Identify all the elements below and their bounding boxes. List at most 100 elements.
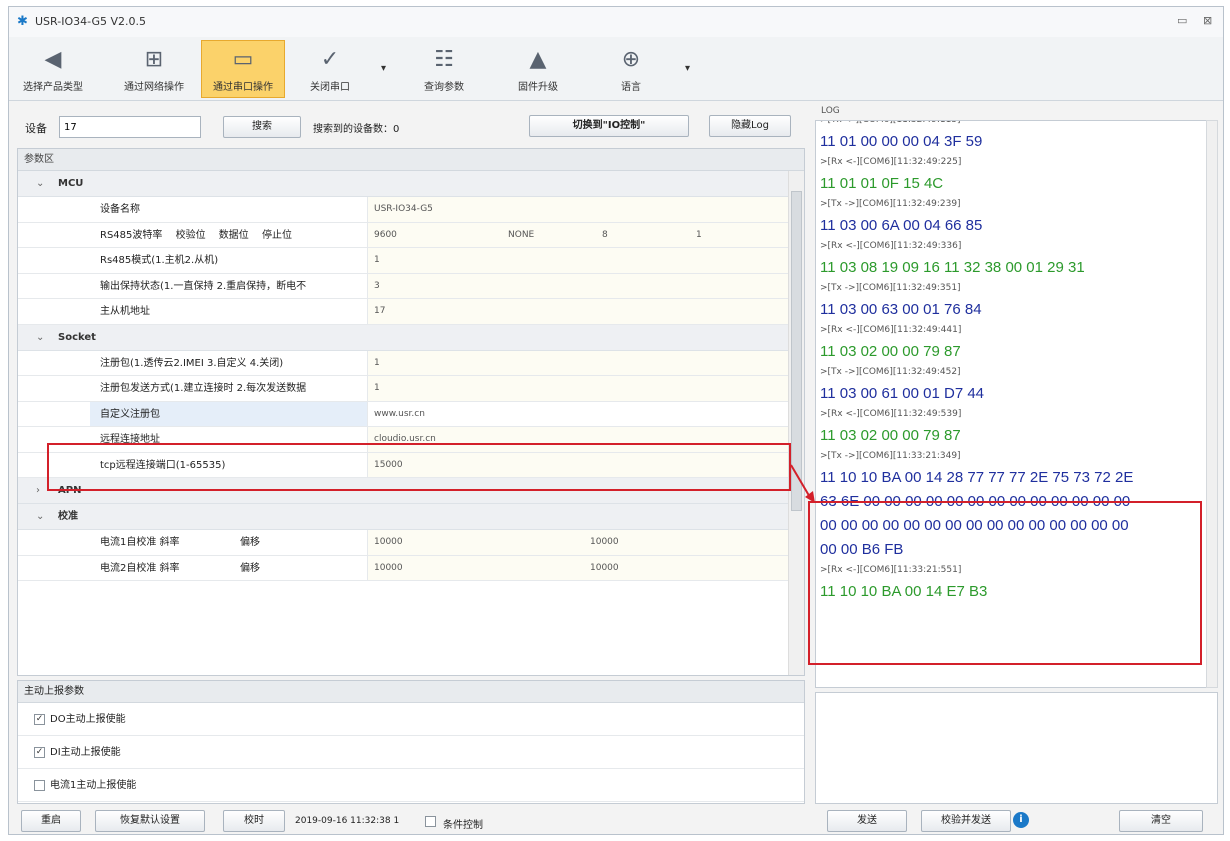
param-value-part[interactable]: 10000 <box>374 556 403 581</box>
log-label: LOG <box>821 106 840 116</box>
restore-default-button[interactable]: 恢复默认设置 <box>95 810 205 832</box>
table-row[interactable]: 注册包(1.透传云2.IMEI 3.自定义 4.关闭) 1 <box>18 350 790 376</box>
condition-control-label: 条件控制 <box>443 820 483 831</box>
collapse-chevron-icon[interactable]: ⌄ <box>36 504 58 530</box>
params-scrollbar[interactable] <box>788 171 804 675</box>
checkbox-label: DO主动上报使能 <box>50 714 126 725</box>
table-row[interactable]: 输出保持状态(1.一直保持 2.重启保持，断电不 3 <box>18 273 790 299</box>
log-meta-line: >[Tx ->][COM6][11:32:49:452] <box>820 367 961 377</box>
group-socket[interactable]: ⌄ Socket <box>18 324 790 351</box>
checkbox[interactable] <box>34 779 45 791</box>
param-value-part[interactable]: 8 <box>602 223 608 248</box>
info-icon[interactable]: i <box>1013 812 1029 828</box>
param-value-part[interactable]: 9600 <box>374 223 397 248</box>
param-name: RS485波特率 校验位 数据位 停止位 <box>90 222 368 247</box>
device-label: 设备 <box>25 122 47 135</box>
param-name: 自定义注册包 <box>90 401 368 426</box>
language-button[interactable]: ⊕ 语言 <box>599 40 663 98</box>
collapse-chevron-icon[interactable]: ⌄ <box>36 325 58 351</box>
serial-port-icon: ▭ <box>232 47 254 72</box>
table-row[interactable]: Rs485模式(1.主机2.从机) 1 <box>18 248 790 274</box>
param-value-part[interactable]: 10000 <box>590 530 619 555</box>
param-value-part[interactable]: 1 <box>696 223 702 248</box>
query-params-button[interactable]: ☷ 查询参数 <box>409 40 479 98</box>
checkbox[interactable]: ✓ <box>34 713 45 725</box>
hide-log-button[interactable]: 隐藏Log <box>709 115 791 137</box>
log-meta-line: >[Rx <-][COM6][11:32:49:441] <box>820 325 962 335</box>
network-icon: ⊞ <box>144 47 164 72</box>
network-operation-button[interactable]: ⊞ 通过网络操作 <box>113 40 195 98</box>
group-title: MCU <box>58 178 84 189</box>
collapse-chevron-icon[interactable]: ⌄ <box>36 171 58 197</box>
param-value-part[interactable]: 10000 <box>374 530 403 555</box>
firmware-upgrade-button[interactable]: ▲ 固件升级 <box>505 40 571 98</box>
param-value[interactable]: 1 <box>368 376 790 401</box>
param-name: 注册包发送方式(1.建立连接时 2.每次发送数据 <box>90 376 368 401</box>
param-name-part: 校验位 <box>175 229 206 241</box>
table-row-selected[interactable]: 自定义注册包 www.usr.cn <box>18 401 790 427</box>
close-port-icon: ✓ <box>320 47 340 72</box>
param-value[interactable]: 17 <box>368 299 790 324</box>
report-item-do[interactable]: ✓ DO主动上报使能 <box>18 703 804 736</box>
send-input[interactable] <box>815 692 1218 804</box>
param-name-part: 偏移 <box>240 562 260 574</box>
select-product-button[interactable]: ◀ 选择产品类型 <box>11 40 95 98</box>
send-button[interactable]: 发送 <box>827 810 907 832</box>
param-value[interactable]: 1 <box>368 350 790 375</box>
report-item-current1[interactable]: 电流1主动上报使能 <box>18 769 804 802</box>
time-sync-button[interactable]: 校时 <box>223 810 285 832</box>
switch-io-control-button[interactable]: 切换到"IO控制" <box>529 115 689 137</box>
clear-button[interactable]: 清空 <box>1119 810 1203 832</box>
serial-operation-button[interactable]: ▭ 通过串口操作 <box>201 40 285 98</box>
param-value-part[interactable]: NONE <box>508 223 534 248</box>
table-row[interactable]: 注册包发送方式(1.建立连接时 2.每次发送数据 1 <box>18 376 790 402</box>
checkbox[interactable]: ✓ <box>34 746 45 758</box>
param-value[interactable] <box>368 222 790 247</box>
params-header: 参数区 <box>18 149 804 171</box>
param-value[interactable]: 1 <box>368 248 790 273</box>
found-device-count: 搜索到的设备数：0 <box>313 124 400 135</box>
param-name-part: 电流2自校准 斜率 <box>100 562 180 574</box>
param-name: 电流2自校准 斜率 偏移 <box>90 555 368 580</box>
close-port-button[interactable]: ✓ 关闭串口 <box>299 40 361 98</box>
chevron-down-icon[interactable]: ▾ <box>381 63 386 74</box>
table-row[interactable]: 主从机地址 17 <box>18 299 790 325</box>
highlight-arrow <box>790 464 815 503</box>
app-window: ✱ USR-IO34-G5 V2.0.5 ▭ ⊠ ◀ 选择产品类型 ⊞ 通过网络… <box>8 6 1224 835</box>
param-name-part: RS485波特率 <box>100 229 163 241</box>
minimize-button[interactable]: ▭ <box>1177 14 1187 27</box>
table-row[interactable]: 设备名称 USR-IO34-G5 <box>18 197 790 223</box>
param-value[interactable]: 3 <box>368 273 790 298</box>
log-rx-line: 11 03 02 00 00 79 87 <box>820 343 961 360</box>
log-tx-line: 11 01 00 00 00 04 3F 59 <box>820 133 983 150</box>
param-name-part: 偏移 <box>240 537 260 548</box>
log-tx-line: 11 03 00 6A 00 04 66 85 <box>820 217 983 234</box>
group-mcu[interactable]: ⌄ MCU <box>18 171 790 197</box>
param-value[interactable]: USR-IO34-G5 <box>368 197 790 222</box>
search-button[interactable]: 搜索 <box>223 116 301 138</box>
report-item-di[interactable]: ✓ DI主动上报使能 <box>18 736 804 769</box>
table-row[interactable]: 电流2自校准 斜率 偏移 10000 10000 <box>18 555 790 581</box>
param-name-part: 电流1自校准 斜率 <box>100 537 180 548</box>
highlight-box-custom-register <box>47 443 791 491</box>
toolbar-label: 选择产品类型 <box>23 82 83 93</box>
condition-control-checkbox[interactable] <box>425 816 436 827</box>
params-area: 参数区 ⌄ MCU 设备名称 USR-IO34-G5 RS485波特率 校验位 数… <box>17 148 805 676</box>
table-row[interactable]: RS485波特率 校验位 数据位 停止位 9600 NONE 8 1 <box>18 222 790 248</box>
param-name: 主从机地址 <box>90 299 368 324</box>
chevron-down-icon[interactable]: ▾ <box>685 63 690 74</box>
param-value-part[interactable]: 10000 <box>590 556 619 581</box>
group-calibration[interactable]: ⌄ 校准 <box>18 504 790 530</box>
close-button[interactable]: ⊠ <box>1203 14 1212 27</box>
group-title: 校准 <box>58 511 78 522</box>
param-value[interactable] <box>368 555 790 580</box>
custom-register-input[interactable]: www.usr.cn <box>368 401 790 426</box>
device-input[interactable] <box>59 116 201 138</box>
param-value[interactable] <box>368 530 790 555</box>
toolbar-label: 查询参数 <box>424 82 464 93</box>
table-row[interactable]: 电流1自校准 斜率 偏移 10000 10000 <box>18 530 790 556</box>
log-meta-line: >[Tx ->][COM6][11:33:21:349] <box>820 451 961 461</box>
verify-send-button[interactable]: 校验并发送 <box>921 810 1011 832</box>
restart-button[interactable]: 重启 <box>21 810 81 832</box>
log-scrollbar[interactable] <box>1206 120 1218 688</box>
